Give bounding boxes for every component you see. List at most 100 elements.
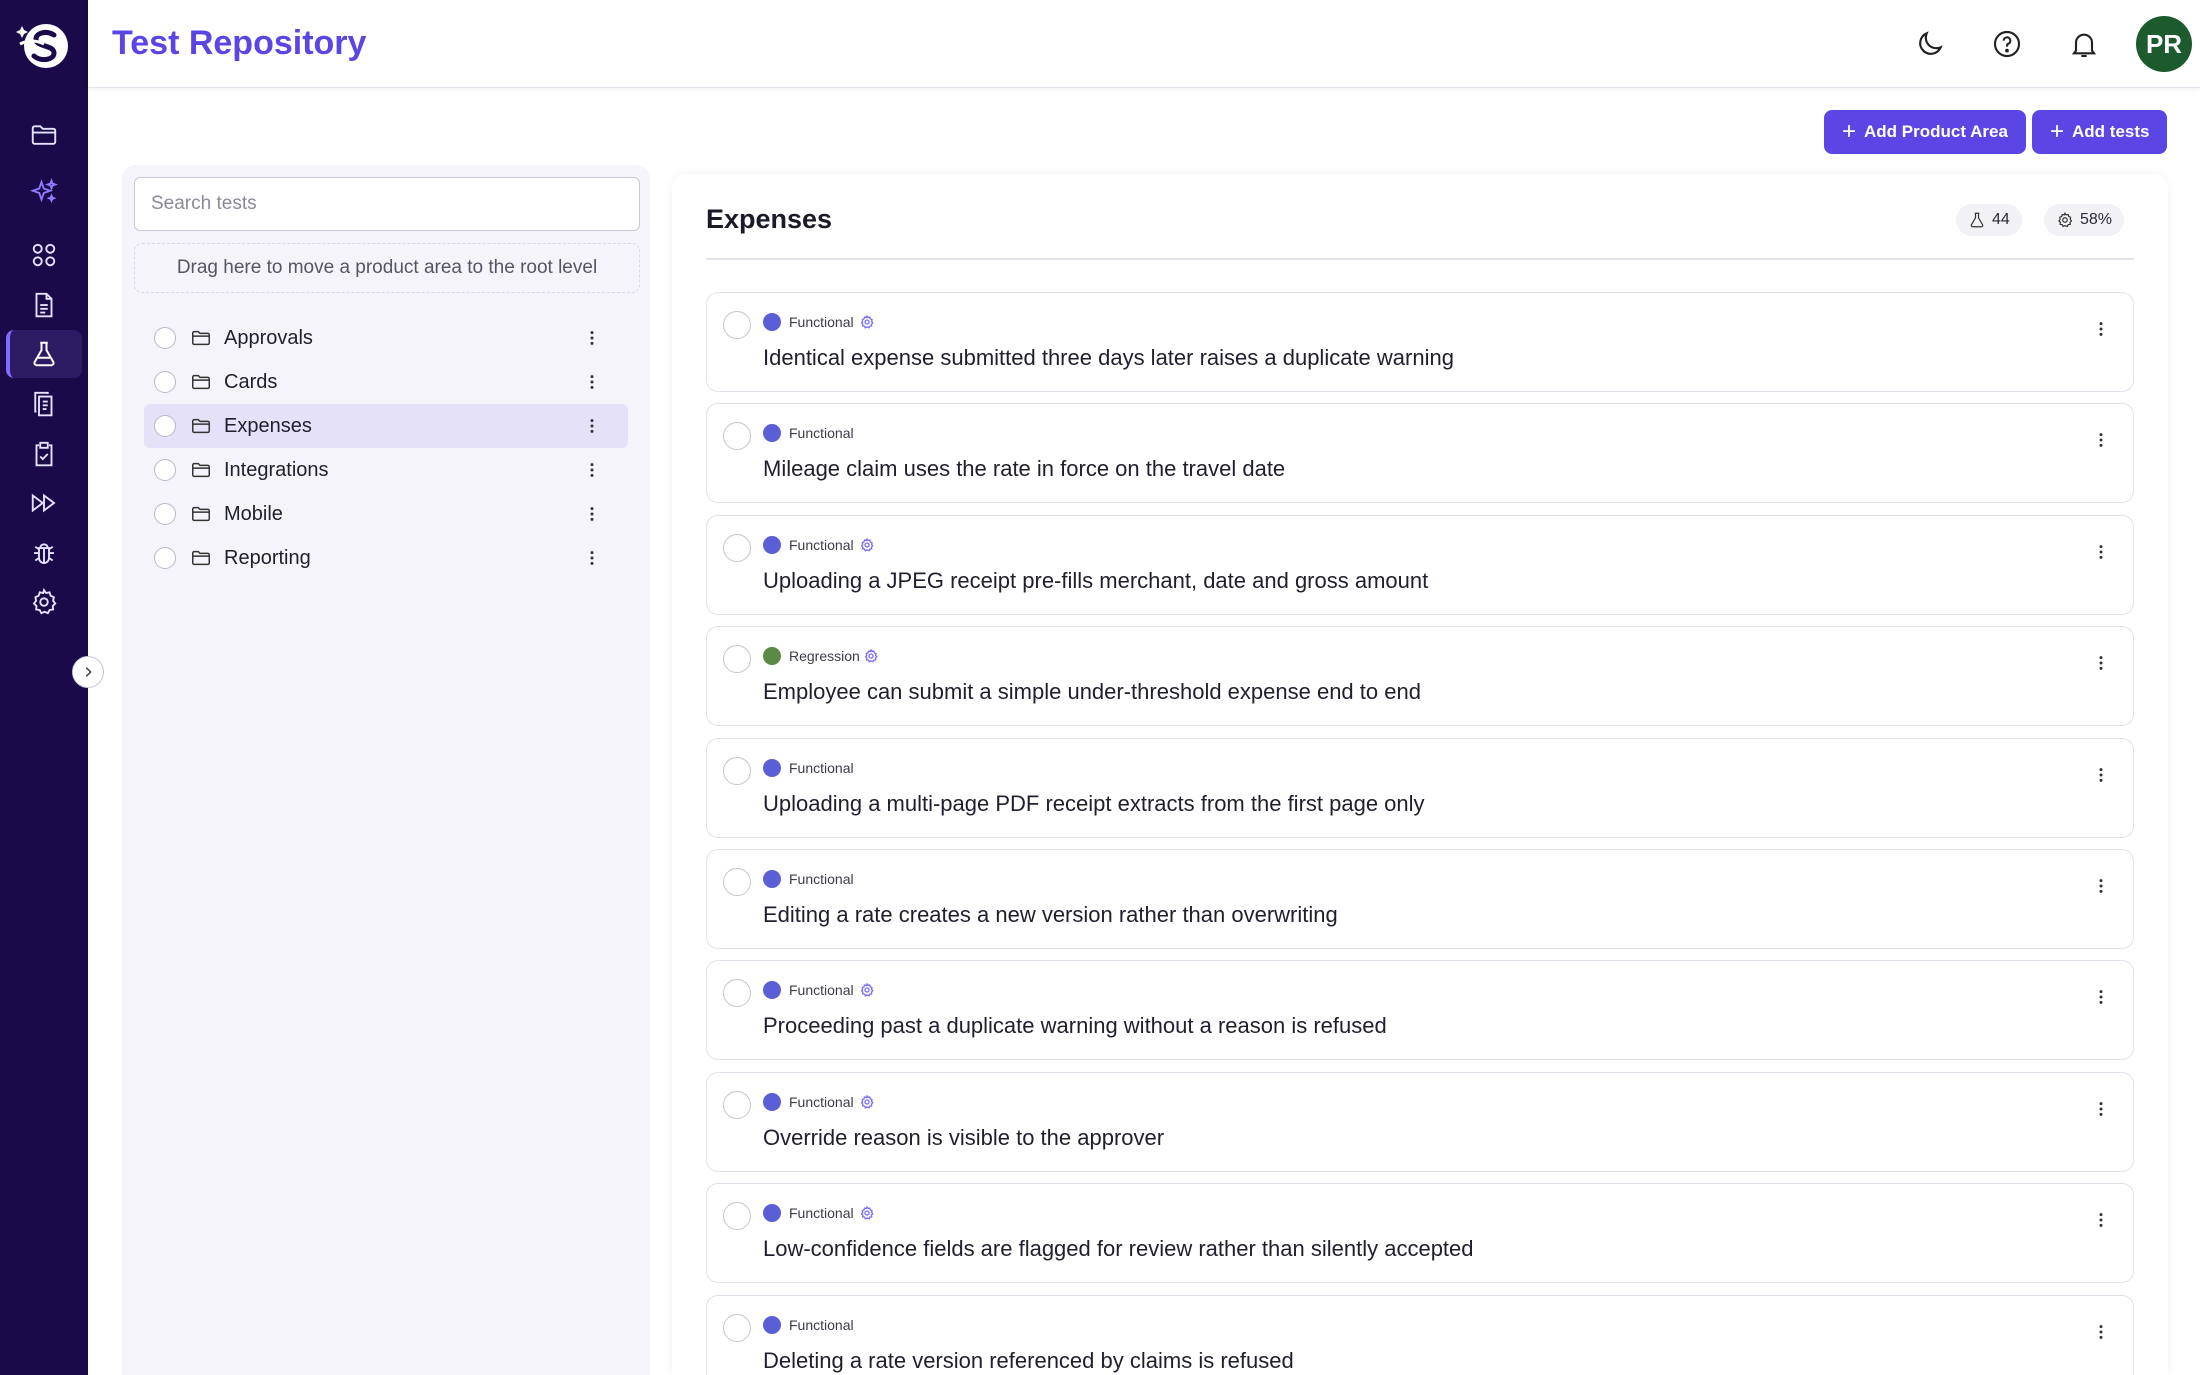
test-select-radio[interactable]: [723, 1090, 751, 1119]
test-type-dot: [763, 981, 781, 1000]
more-options-icon[interactable]: [580, 326, 604, 350]
tree-item[interactable]: Integrations: [144, 448, 628, 492]
notifications-bell-icon[interactable]: [2062, 22, 2106, 66]
plus-icon: +: [1842, 118, 1857, 145]
test-case-card[interactable]: Functional Identical expense submitted th…: [706, 292, 2134, 392]
add-product-area-label: Add Product Area: [1864, 122, 2008, 141]
more-options-icon[interactable]: [580, 414, 604, 438]
tree-item-label: Expenses: [224, 414, 312, 437]
test-case-card[interactable]: Functional Uploading a multi-page PDF rec…: [706, 737, 2134, 838]
tree-item-select-radio[interactable]: [154, 371, 176, 393]
more-options-icon[interactable]: [2089, 651, 2113, 675]
more-options-icon[interactable]: [580, 458, 604, 482]
more-options-icon[interactable]: [580, 502, 604, 526]
ai-sparkle-nav-icon[interactable]: [22, 170, 66, 214]
dashboard-grid-nav-icon[interactable]: [22, 233, 66, 277]
more-options-icon[interactable]: [2089, 1208, 2113, 1232]
test-title: Uploading a multi-page PDF receipt extra…: [763, 790, 1425, 816]
tree-item-select-radio[interactable]: [154, 415, 176, 437]
area-title: Expenses: [706, 204, 833, 234]
more-options-icon[interactable]: [2089, 1097, 2113, 1121]
settings-gear-nav-icon[interactable]: [22, 580, 66, 624]
test-type-label: Functional: [789, 982, 854, 999]
automation-badge: 58%: [2044, 204, 2125, 236]
test-type-label: Functional: [789, 536, 854, 553]
search-tests-input[interactable]: [134, 177, 640, 231]
more-options-icon[interactable]: [2089, 1320, 2113, 1344]
tree-item-label: Approvals: [224, 326, 313, 349]
more-options-icon[interactable]: [2089, 985, 2113, 1009]
test-case-card[interactable]: Functional Proceeding past a duplicate wa…: [706, 960, 2134, 1061]
test-select-radio[interactable]: [723, 311, 751, 339]
test-type-label: Functional: [789, 871, 854, 887]
tree-item-select-radio[interactable]: [154, 459, 176, 481]
tree-item-select-radio[interactable]: [154, 503, 176, 525]
test-type-dot: [763, 870, 781, 888]
flask-nav-icon[interactable]: [22, 332, 66, 376]
folder-nav-icon[interactable]: [22, 113, 66, 157]
test-type-dot: [763, 1204, 781, 1223]
more-options-icon[interactable]: [2089, 540, 2113, 564]
tree-item[interactable]: Cards: [144, 360, 628, 404]
test-type-label: Functional: [789, 1316, 854, 1333]
test-select-radio[interactable]: [723, 756, 751, 785]
add-tests-button[interactable]: + Add tests: [2032, 110, 2168, 154]
add-tests-label: Add tests: [2072, 122, 2150, 141]
test-case-card[interactable]: Functional Mileage claim uses the rate in…: [706, 403, 2134, 504]
more-options-icon[interactable]: [2089, 317, 2113, 341]
test-case-card[interactable]: Functional Low-confidence fields are flag…: [706, 1183, 2134, 1284]
tree-item-select-radio[interactable]: [154, 327, 176, 349]
automated-gear-icon: [859, 1205, 875, 1221]
test-case-card[interactable]: Functional Editing a rate creates a new v…: [706, 849, 2134, 949]
test-case-card[interactable]: Regression Employee can submit a simple u…: [706, 626, 2134, 727]
add-product-area-button[interactable]: + Add Product Area: [1824, 110, 2026, 154]
test-select-radio[interactable]: [723, 1202, 751, 1231]
tree-item[interactable]: Approvals: [144, 316, 628, 360]
test-type-label: Functional: [789, 425, 854, 442]
folder-icon: [190, 327, 212, 349]
more-options-icon[interactable]: [2089, 428, 2113, 452]
chevron-right-icon: [85, 667, 92, 677]
gear-icon: [2058, 212, 2073, 228]
test-title: Deleting a rate version referenced by cl…: [763, 1347, 1294, 1373]
test-select-radio[interactable]: [723, 533, 751, 562]
test-type-dot: [763, 424, 781, 443]
copy-documents-nav-icon[interactable]: [22, 382, 66, 426]
test-type-dot: [763, 313, 781, 331]
document-nav-icon[interactable]: [22, 283, 66, 327]
more-options-icon[interactable]: [580, 370, 604, 394]
test-select-radio[interactable]: [723, 645, 751, 674]
test-type-dot: [763, 535, 781, 554]
dark-mode-moon-icon[interactable]: [1908, 22, 1952, 66]
run-forward-nav-icon[interactable]: [22, 481, 66, 525]
product-area-content: Expenses 44 58% Functional Identical expe…: [672, 174, 2168, 1375]
test-case-card[interactable]: Functional Uploading a JPEG receipt pre-f…: [706, 514, 2134, 615]
tree-item-select-radio[interactable]: [154, 547, 176, 569]
tree-item[interactable]: Reporting: [144, 536, 628, 580]
test-select-radio[interactable]: [723, 979, 751, 1008]
help-question-icon[interactable]: [1985, 22, 2029, 66]
test-select-radio[interactable]: [723, 1313, 751, 1342]
tree-item-label: Cards: [224, 370, 278, 393]
automated-gear-icon: [859, 537, 875, 553]
more-options-icon[interactable]: [580, 546, 604, 570]
test-title: Override reason is visible to the approv…: [763, 1124, 1165, 1150]
test-type-label: Regression: [789, 648, 860, 665]
tree-item[interactable]: Mobile: [144, 492, 628, 536]
clipboard-check-nav-icon[interactable]: [22, 432, 66, 476]
plus-icon: +: [2050, 118, 2065, 145]
test-select-radio[interactable]: [723, 422, 751, 451]
test-title: Uploading a JPEG receipt pre-fills merch…: [763, 567, 1429, 593]
tree-item[interactable]: Expenses: [144, 404, 628, 448]
root-drop-zone[interactable]: Drag here to move a product area to the …: [134, 243, 640, 293]
bug-nav-icon[interactable]: [22, 531, 66, 575]
tree-item-label: Reporting: [224, 546, 311, 569]
test-select-radio[interactable]: [723, 868, 751, 896]
app-logo[interactable]: [16, 18, 72, 74]
user-avatar[interactable]: PR: [2136, 16, 2192, 72]
more-options-icon[interactable]: [2089, 763, 2113, 787]
more-options-icon[interactable]: [2089, 874, 2113, 898]
test-case-card[interactable]: Functional Deleting a rate version refere…: [706, 1294, 2134, 1375]
test-case-card[interactable]: Functional Override reason is visible to …: [706, 1071, 2134, 1172]
expand-rail-button[interactable]: [72, 656, 104, 688]
